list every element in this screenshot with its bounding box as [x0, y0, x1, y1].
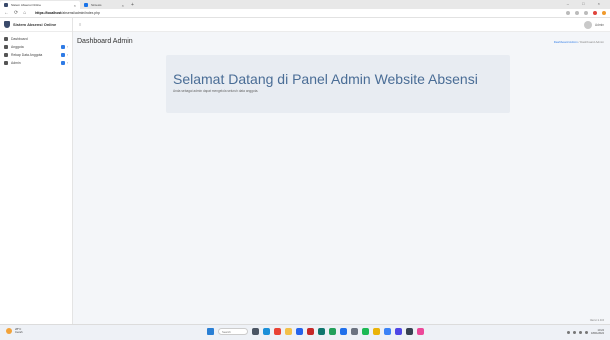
welcome-subtitle: Anda sebagai admin dapat mengelola selur…	[173, 89, 259, 93]
close-tab-icon[interactable]: ×	[74, 3, 76, 8]
brand[interactable]: Sistem Absensi Online	[0, 18, 72, 32]
sun-icon	[6, 328, 12, 335]
terminal-icon[interactable]	[406, 328, 413, 335]
paint-icon[interactable]	[417, 328, 424, 335]
reload-icon[interactable]: ⟳	[14, 10, 18, 16]
sidebar-item-admin[interactable]: Admin ‹	[0, 59, 72, 67]
sidebar-item-label: Rekap Data Anggota	[11, 53, 43, 57]
app-icon[interactable]	[318, 328, 325, 335]
teams-icon[interactable]	[395, 328, 402, 335]
welcome-jumbotron: Selamat Datang di Panel Admin Website Ab…	[166, 55, 510, 113]
store-icon[interactable]	[296, 328, 303, 335]
address-bar: ← ⟳ ⌂ https://localhost/absensi/admin/in…	[0, 9, 610, 18]
menu-badge	[60, 53, 65, 57]
url-host: https://localhost	[35, 11, 62, 15]
calendar-icon	[4, 53, 8, 57]
breadcrumb: Dashboard Admin / Dashboard Admin	[554, 40, 604, 44]
profile-icon[interactable]	[602, 11, 606, 15]
maps-icon[interactable]	[329, 328, 336, 335]
hamburger-menu-icon[interactable]: ≡	[79, 22, 81, 27]
chevron-icon: ‹	[66, 53, 68, 57]
sidebar-item-dashboard[interactable]: Dashboard	[0, 35, 72, 43]
chevron-icon: ‹	[66, 45, 68, 49]
breadcrumb-link[interactable]: Dashboard Admin	[554, 40, 578, 44]
volume-icon[interactable]	[579, 330, 583, 334]
url-path: /absensi/admin/index.php	[61, 11, 100, 15]
downloads-icon[interactable]	[584, 11, 588, 15]
notes-icon[interactable]	[373, 328, 380, 335]
content-header: Dashboard Admin Dashboard Admin / Dashbo…	[73, 32, 610, 45]
site-favicon-icon	[4, 3, 8, 7]
weather-widget[interactable]: 28°C Cerah	[6, 327, 23, 335]
window-controls[interactable]: – □ ×	[567, 1, 606, 6]
edge-icon[interactable]	[263, 328, 270, 335]
sidebar-menu: Dashboard Anggota ‹ Rekap Data Anggota ‹…	[0, 32, 72, 67]
clock-date: 18/01/2024	[591, 332, 604, 336]
weather-desc: Cerah	[15, 330, 23, 335]
top-navbar: ≡ Admin	[73, 18, 610, 32]
battery-icon[interactable]	[585, 330, 589, 334]
folder-icon[interactable]	[285, 328, 292, 335]
browser-toolbar	[566, 11, 606, 15]
mail-icon[interactable]	[307, 328, 314, 335]
search-placeholder: Search	[222, 329, 231, 334]
sidebar-item-rekap[interactable]: Rekap Data Anggota ‹	[0, 51, 72, 59]
taskbar: 28°C Cerah Search 10:24 18/01/2024	[0, 324, 610, 340]
brand-title: Sistem Absensi Online	[13, 22, 57, 27]
users-icon	[4, 45, 8, 49]
browser-tab-active[interactable]: Sistem Absensi Online ×	[0, 1, 80, 9]
sidebar-item-label: Admin	[11, 61, 21, 65]
new-tab-button[interactable]: +	[131, 2, 134, 8]
chevron-up-icon[interactable]	[567, 330, 571, 334]
spotify-icon[interactable]	[362, 328, 369, 335]
chrome-icon[interactable]	[274, 328, 281, 335]
taskview-icon[interactable]	[252, 328, 259, 335]
sidebar-item-label: Dashboard	[11, 37, 28, 41]
clock[interactable]: 10:24 18/01/2024	[591, 329, 604, 335]
vscode-icon[interactable]	[340, 328, 347, 335]
welcome-title: Selamat Datang di Panel Admin Website Ab…	[173, 71, 478, 87]
menu-badge	[60, 45, 65, 49]
gear-icon	[4, 61, 8, 65]
windows-start-icon[interactable]	[207, 328, 214, 335]
bookmark-icon[interactable]	[566, 11, 570, 15]
sidebar: Sistem Absensi Online Dashboard Anggota …	[0, 18, 73, 324]
browser-tabbar: Sistem Absensi Online × Sintesis × + – □…	[0, 0, 610, 9]
photos-icon[interactable]	[384, 328, 391, 335]
avatar	[583, 20, 592, 29]
shield-logo-icon	[4, 21, 10, 28]
network-icon[interactable]	[573, 330, 577, 334]
user-name: Admin	[594, 22, 604, 27]
menu-badge	[60, 61, 65, 65]
sidebar-item-anggota[interactable]: Anggota ‹	[0, 43, 72, 51]
browser-tab[interactable]: Sintesis ×	[80, 1, 128, 9]
weather-text: 28°C Cerah	[15, 327, 23, 335]
settings-icon[interactable]	[351, 328, 358, 335]
taskbar-search[interactable]: Search	[218, 328, 248, 335]
dashboard-icon	[4, 37, 8, 41]
main-content: Dashboard Admin Dashboard Admin / Dashbo…	[73, 32, 610, 324]
taskbar-apps: Search	[207, 328, 424, 335]
tab-label: Sistem Absensi Online	[11, 3, 42, 7]
page-title: Dashboard Admin	[77, 38, 133, 45]
version-label: Versi 1.0.0	[589, 318, 604, 322]
tab-label: Sintesis	[91, 3, 102, 7]
sidebar-item-label: Anggota	[11, 45, 24, 49]
system-tray: 10:24 18/01/2024	[567, 329, 604, 335]
extension-red-icon[interactable]	[593, 11, 597, 15]
breadcrumb-current: Dashboard Admin	[580, 39, 604, 44]
chevron-icon: ‹	[66, 61, 68, 65]
site-favicon-icon	[84, 3, 88, 7]
user-menu[interactable]: Admin	[583, 20, 604, 29]
home-icon[interactable]: ⌂	[23, 10, 26, 16]
back-icon[interactable]: ←	[4, 10, 9, 16]
close-tab-icon[interactable]: ×	[122, 3, 124, 8]
extension-icon[interactable]	[575, 11, 579, 15]
url-field[interactable]: https://localhost/absensi/admin/index.ph…	[35, 11, 100, 15]
